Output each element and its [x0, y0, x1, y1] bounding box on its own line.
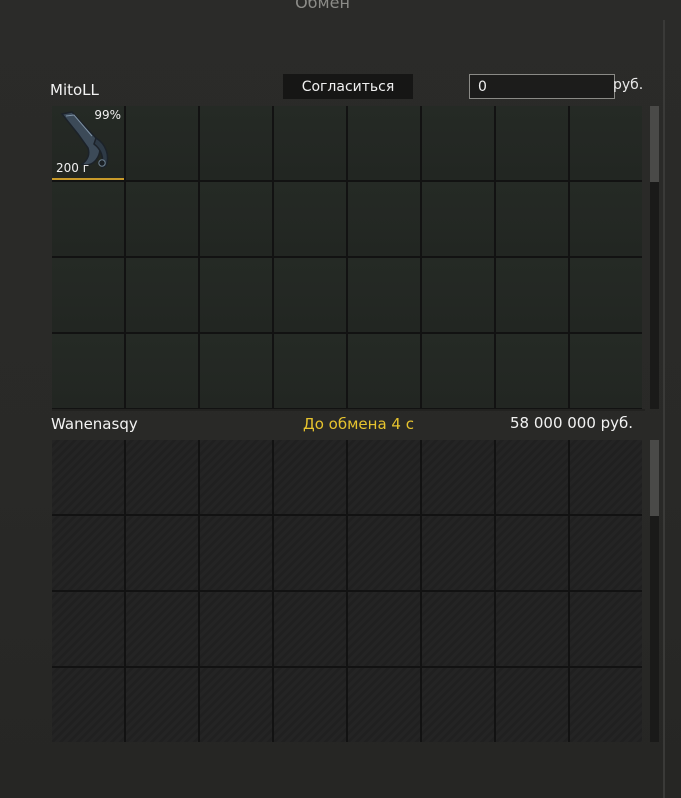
window-title: Обмен — [295, 0, 350, 12]
inventory-slot[interactable] — [570, 106, 642, 180]
partner-slot — [126, 668, 198, 742]
partner-slot — [422, 668, 494, 742]
my-trade-grid: 99% 200 г — [52, 106, 642, 411]
inventory-slot[interactable] — [570, 182, 642, 256]
trade-window: Обмен MitoLL Согласиться руб. 99% 200 г — [0, 0, 681, 798]
partner-slot — [200, 668, 272, 742]
partner-slot — [348, 516, 420, 590]
trade-countdown: До обмена 4 с — [303, 415, 414, 433]
partner-slot — [126, 516, 198, 590]
inventory-slot[interactable] — [200, 334, 272, 408]
partner-trade-grid — [52, 440, 642, 742]
partner-slot — [570, 440, 642, 514]
inventory-item-knife[interactable]: 99% 200 г — [52, 106, 124, 180]
inventory-slot[interactable] — [348, 182, 420, 256]
partner-grid-scroll-thumb[interactable] — [650, 440, 659, 516]
partner-player-name: Wanenasqy — [51, 415, 138, 433]
inventory-slot[interactable] — [126, 182, 198, 256]
partner-slot — [200, 592, 272, 666]
partner-money: 58 000 000 руб. — [510, 414, 634, 432]
item-weight: 200 г — [56, 161, 90, 175]
partner-slot — [52, 440, 124, 514]
partner-slot — [274, 440, 346, 514]
inventory-slot[interactable] — [126, 258, 198, 332]
inventory-slot[interactable] — [570, 334, 642, 408]
partner-slot — [274, 516, 346, 590]
inventory-slot[interactable] — [422, 258, 494, 332]
partner-slot — [274, 668, 346, 742]
inventory-slot[interactable] — [126, 106, 198, 180]
inventory-slot[interactable] — [274, 334, 346, 408]
inventory-slot[interactable] — [570, 258, 642, 332]
my-player-name: MitoLL — [50, 81, 99, 99]
partner-slot — [52, 516, 124, 590]
partner-slot — [496, 592, 568, 666]
window-edge — [663, 20, 665, 798]
partner-slot — [348, 440, 420, 514]
partner-slot — [200, 516, 272, 590]
inventory-slot[interactable] — [52, 334, 124, 408]
partner-slot — [126, 440, 198, 514]
partner-slot — [274, 592, 346, 666]
inventory-slot[interactable] — [200, 106, 272, 180]
inventory-slot[interactable] — [422, 334, 494, 408]
inventory-slot[interactable] — [496, 334, 568, 408]
partner-slot — [348, 668, 420, 742]
agree-button[interactable]: Согласиться — [283, 74, 413, 99]
inventory-slot[interactable] — [496, 258, 568, 332]
inventory-slot[interactable] — [496, 106, 568, 180]
partner-slot — [496, 516, 568, 590]
inventory-slot[interactable] — [348, 258, 420, 332]
partner-slot — [570, 668, 642, 742]
currency-label: руб. — [613, 77, 644, 93]
partner-slot — [422, 592, 494, 666]
inventory-slot[interactable] — [274, 182, 346, 256]
inventory-slot[interactable] — [422, 182, 494, 256]
partner-slot — [496, 440, 568, 514]
inventory-slot[interactable] — [274, 106, 346, 180]
inventory-slot[interactable] — [200, 258, 272, 332]
inventory-slot[interactable] — [496, 182, 568, 256]
partner-slot — [52, 668, 124, 742]
partner-slot — [496, 668, 568, 742]
inventory-slot[interactable] — [200, 182, 272, 256]
section-divider — [52, 409, 645, 411]
partner-slot — [200, 440, 272, 514]
item-condition: 99% — [94, 108, 121, 122]
inventory-slot[interactable] — [348, 106, 420, 180]
partner-slot — [126, 592, 198, 666]
partner-grid-scrollbar[interactable] — [650, 440, 659, 742]
partner-slot — [422, 440, 494, 514]
partner-slot — [570, 592, 642, 666]
inventory-slot[interactable] — [348, 334, 420, 408]
money-input[interactable] — [469, 74, 615, 99]
my-grid-scroll-thumb[interactable] — [650, 106, 659, 182]
partner-slot — [52, 592, 124, 666]
inventory-slot[interactable] — [274, 258, 346, 332]
inventory-slot[interactable] — [422, 106, 494, 180]
partner-slot — [570, 516, 642, 590]
inventory-slot[interactable] — [52, 182, 124, 256]
inventory-slot[interactable] — [52, 258, 124, 332]
inventory-slot[interactable] — [126, 334, 198, 408]
partner-slot — [348, 592, 420, 666]
partner-slot — [422, 516, 494, 590]
my-grid-scrollbar[interactable] — [650, 106, 659, 409]
